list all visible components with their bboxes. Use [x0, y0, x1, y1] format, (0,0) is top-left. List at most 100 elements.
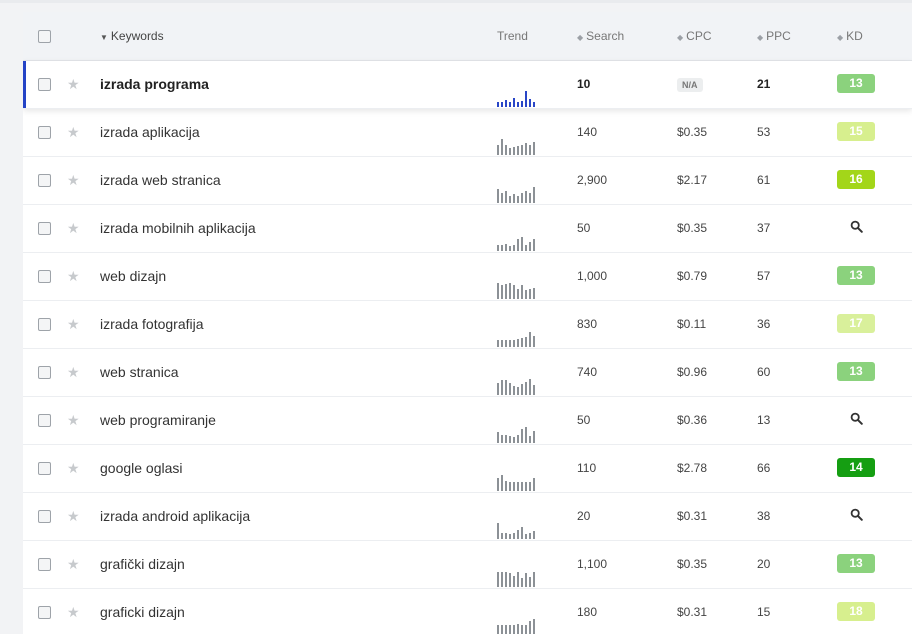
keyword-text[interactable]: web stranica — [100, 364, 179, 380]
table-row[interactable]: ★ izrada android aplikacija 20 $0.31 38 — [23, 493, 912, 541]
table-row[interactable]: ★ web programiranje 50 $0.36 13 — [23, 397, 912, 445]
row-checkbox[interactable] — [38, 558, 51, 571]
trend-bar — [501, 340, 503, 347]
trend-bar — [521, 625, 523, 634]
star-icon[interactable]: ★ — [67, 506, 80, 526]
table-row[interactable]: ★ izrada mobilnih aplikacija 50 $0.35 37 — [23, 205, 912, 253]
star-icon[interactable]: ★ — [67, 458, 80, 478]
row-checkbox[interactable] — [38, 270, 51, 283]
trend-bar — [529, 379, 531, 395]
trend-bar — [501, 380, 503, 395]
trend-bar — [505, 284, 507, 299]
column-cpc[interactable]: ◆ CPC — [677, 29, 712, 43]
trend-bar — [521, 338, 523, 347]
trend-sparkline — [497, 331, 539, 347]
search-volume: 140 — [577, 125, 598, 139]
cpc-value: N/A — [677, 77, 703, 92]
table-row[interactable]: ★ grafički dizajn 1,100 $0.35 20 13 — [23, 541, 912, 589]
ppc-value: 13 — [757, 413, 771, 427]
keyword-text[interactable]: izrada web stranica — [100, 172, 221, 188]
trend-bar — [509, 102, 511, 107]
trend-bar — [517, 102, 519, 107]
row-checkbox[interactable] — [38, 318, 51, 331]
table-row[interactable]: ★ web stranica 740 $0.96 60 13 — [23, 349, 912, 397]
trend-bar — [497, 340, 499, 347]
column-keywords[interactable]: ▼ Keywords — [100, 29, 164, 43]
trend-bar — [517, 289, 519, 299]
keyword-text[interactable]: graficki dizajn — [100, 604, 185, 620]
ppc-value: 53 — [757, 125, 771, 139]
star-icon[interactable]: ★ — [67, 554, 80, 574]
trend-bar — [533, 142, 535, 155]
keyword-text[interactable]: izrada fotografija — [100, 316, 204, 332]
column-search[interactable]: ◆ Search — [577, 29, 624, 43]
ppc-value: 60 — [757, 365, 771, 379]
row-checkbox[interactable] — [38, 366, 51, 379]
trend-bar — [513, 533, 515, 539]
search-icon[interactable] — [850, 412, 863, 425]
trend-sparkline — [497, 619, 539, 634]
trend-bar — [501, 193, 503, 203]
table-row[interactable]: ★ graficki dizajn 180 $0.31 15 18 — [23, 589, 912, 634]
search-icon[interactable] — [850, 508, 863, 521]
trend-bar — [501, 625, 503, 634]
star-icon[interactable]: ★ — [67, 218, 80, 238]
trend-bar — [521, 285, 523, 299]
table-row[interactable]: ★ izrada programa 10 N/A 21 13 — [23, 61, 912, 109]
trend-bar — [509, 383, 511, 395]
trend-bar — [517, 146, 519, 155]
trend-bar — [517, 435, 519, 443]
search-volume: 180 — [577, 605, 598, 619]
keyword-text[interactable]: izrada android aplikacija — [100, 508, 250, 524]
cpc-value: $0.11 — [677, 317, 707, 331]
star-icon[interactable]: ★ — [67, 410, 80, 430]
table-row[interactable]: ★ izrada aplikacija 140 $0.35 53 15 — [23, 109, 912, 157]
trend-bar — [525, 191, 527, 203]
table-row[interactable]: ★ izrada web stranica 2,900 $2.17 61 16 — [23, 157, 912, 205]
keyword-text[interactable]: izrada mobilnih aplikacija — [100, 220, 256, 236]
keyword-text[interactable]: web programiranje — [100, 412, 216, 428]
row-checkbox[interactable] — [38, 174, 51, 187]
column-kd[interactable]: ◆ KD — [837, 29, 863, 43]
keyword-text[interactable]: web dizajn — [100, 268, 166, 284]
row-checkbox[interactable] — [38, 126, 51, 139]
keyword-text[interactable]: izrada aplikacija — [100, 124, 200, 140]
star-icon[interactable]: ★ — [67, 602, 80, 622]
trend-bar — [497, 432, 499, 443]
trend-bar — [533, 531, 535, 539]
search-volume: 830 — [577, 317, 598, 331]
trend-bar — [521, 527, 523, 539]
trend-bar — [497, 523, 499, 539]
keyword-text[interactable]: izrada programa — [100, 76, 209, 92]
select-all-checkbox[interactable] — [38, 30, 51, 43]
row-checkbox[interactable] — [38, 222, 51, 235]
trend-bar — [509, 625, 511, 634]
trend-bar — [505, 435, 507, 443]
row-checkbox[interactable] — [38, 462, 51, 475]
row-checkbox[interactable] — [38, 414, 51, 427]
kd-badge: 13 — [837, 554, 875, 573]
kd-badge: 14 — [837, 458, 875, 477]
column-ppc[interactable]: ◆ PPC — [757, 29, 791, 43]
star-icon[interactable]: ★ — [67, 266, 80, 286]
table-row[interactable]: ★ web dizajn 1,000 $0.79 57 13 — [23, 253, 912, 301]
keyword-text[interactable]: grafički dizajn — [100, 556, 185, 572]
row-checkbox[interactable] — [38, 510, 51, 523]
trend-bar — [509, 534, 511, 539]
trend-sparkline — [497, 427, 539, 443]
row-checkbox[interactable] — [38, 606, 51, 619]
trend-bar — [521, 578, 523, 587]
star-icon[interactable]: ★ — [67, 170, 80, 190]
table-row[interactable]: ★ izrada fotografija 830 $0.11 36 17 — [23, 301, 912, 349]
trend-bar — [525, 91, 527, 107]
star-icon[interactable]: ★ — [67, 314, 80, 334]
star-icon[interactable]: ★ — [67, 122, 80, 142]
trend-bar — [505, 533, 507, 539]
star-icon[interactable]: ★ — [67, 362, 80, 382]
search-icon[interactable] — [850, 220, 863, 233]
row-checkbox[interactable] — [38, 78, 51, 91]
keyword-text[interactable]: google oglasi — [100, 460, 183, 476]
table-row[interactable]: ★ google oglasi 110 $2.78 66 14 — [23, 445, 912, 493]
star-icon[interactable]: ★ — [67, 74, 80, 94]
trend-bar — [533, 619, 535, 634]
